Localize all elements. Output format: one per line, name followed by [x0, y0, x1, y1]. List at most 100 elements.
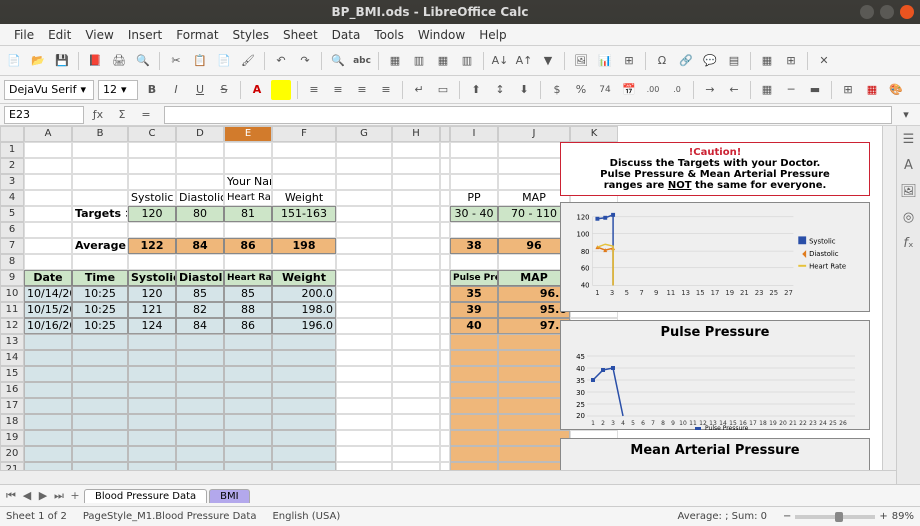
cell[interactable]: 80 — [176, 206, 224, 222]
cell[interactable] — [392, 190, 440, 206]
tab-nav-next-icon[interactable]: ▶ — [36, 489, 50, 502]
cell[interactable]: 86 — [224, 238, 272, 254]
cell[interactable] — [336, 286, 392, 302]
cell-weight[interactable]: 198.0 — [272, 302, 336, 318]
cell[interactable] — [72, 222, 128, 238]
sidebar-functions-icon[interactable]: fₓ — [900, 234, 918, 252]
cell[interactable] — [176, 430, 224, 446]
cell[interactable] — [440, 190, 450, 206]
cell[interactable] — [392, 398, 440, 414]
cell[interactable] — [450, 334, 498, 350]
cell[interactable] — [450, 382, 498, 398]
cell[interactable] — [336, 254, 392, 270]
cell[interactable] — [392, 414, 440, 430]
row-header[interactable]: 4 — [0, 190, 24, 206]
cell[interactable]: 198 — [272, 238, 336, 254]
cell[interactable] — [72, 142, 128, 158]
th-date[interactable]: Date — [24, 270, 72, 286]
cell[interactable] — [440, 174, 450, 190]
cell[interactable] — [392, 302, 440, 318]
zoom-slider[interactable] — [795, 515, 875, 519]
cell[interactable] — [72, 190, 128, 206]
cell[interactable] — [336, 190, 392, 206]
cell[interactable] — [272, 382, 336, 398]
cell[interactable] — [72, 334, 128, 350]
cell-pp[interactable]: 40 — [450, 318, 498, 334]
cell[interactable] — [392, 350, 440, 366]
del-decimal-icon[interactable]: .0 — [667, 80, 687, 100]
cell[interactable] — [176, 446, 224, 462]
strike-icon[interactable]: S — [214, 80, 234, 100]
font-color-icon[interactable]: A — [247, 80, 267, 100]
date-icon[interactable]: 📅 — [619, 80, 639, 100]
cell[interactable] — [72, 382, 128, 398]
cell[interactable] — [336, 446, 392, 462]
column-icon[interactable]: ▥ — [409, 51, 429, 71]
cell[interactable] — [392, 446, 440, 462]
cell[interactable] — [392, 174, 440, 190]
redo-icon[interactable]: ↷ — [295, 51, 315, 71]
bold-icon[interactable]: B — [142, 80, 162, 100]
cell[interactable] — [392, 222, 440, 238]
cell[interactable] — [72, 366, 128, 382]
cell[interactable] — [128, 446, 176, 462]
cell[interactable] — [24, 398, 72, 414]
comment-icon[interactable]: 💬 — [700, 51, 720, 71]
cell[interactable]: PP — [450, 190, 498, 206]
cell[interactable] — [272, 398, 336, 414]
cell[interactable] — [224, 254, 272, 270]
cell[interactable] — [392, 158, 440, 174]
cell[interactable] — [128, 350, 176, 366]
cell-time[interactable]: 10:25 — [72, 286, 128, 302]
tab-nav-prev-icon[interactable]: ◀ — [20, 489, 34, 502]
sum-icon[interactable]: Σ — [112, 105, 132, 125]
delete-col-icon[interactable]: ▥ — [457, 51, 477, 71]
cell[interactable] — [24, 190, 72, 206]
th-diastolic[interactable]: Diastolic — [176, 270, 224, 286]
cell[interactable] — [440, 302, 450, 318]
cell[interactable] — [450, 430, 498, 446]
sidebar-gallery-icon[interactable]: 🖼 — [900, 182, 918, 200]
print-preview-icon[interactable]: 🔍 — [133, 51, 153, 71]
add-decimal-icon[interactable]: .00 — [643, 80, 663, 100]
tab-nav-last-icon[interactable]: ⏭ — [52, 489, 66, 503]
cell[interactable] — [24, 350, 72, 366]
cell[interactable] — [224, 446, 272, 462]
cell[interactable] — [128, 430, 176, 446]
cell[interactable] — [440, 222, 450, 238]
new-icon[interactable]: 📄 — [4, 51, 24, 71]
cell[interactable] — [224, 398, 272, 414]
cell[interactable] — [336, 158, 392, 174]
cell[interactable] — [450, 142, 498, 158]
cell[interactable] — [450, 398, 498, 414]
cell[interactable] — [336, 302, 392, 318]
cell-weight[interactable]: 196.0 — [272, 318, 336, 334]
cell-heartrate[interactable]: 86 — [224, 318, 272, 334]
paste-icon[interactable]: 📄 — [214, 51, 234, 71]
valign-bot-icon[interactable]: ⬇ — [514, 80, 534, 100]
cell[interactable] — [336, 318, 392, 334]
vertical-scrollbar[interactable] — [882, 126, 896, 470]
cell[interactable] — [24, 158, 72, 174]
cell[interactable] — [176, 158, 224, 174]
cell-heartrate[interactable]: 85 — [224, 286, 272, 302]
status-summary[interactable]: Average: ; Sum: 0 — [677, 511, 767, 522]
cell-systolic[interactable]: 120 — [128, 286, 176, 302]
cell[interactable]: 151-163 — [272, 206, 336, 222]
cell[interactable] — [72, 430, 128, 446]
cell-your-name[interactable]: Your Name — [224, 174, 272, 190]
cell[interactable] — [450, 446, 498, 462]
sheet-tab-bp[interactable]: Blood Pressure Data — [84, 489, 207, 503]
cell-pp[interactable]: 39 — [450, 302, 498, 318]
row-header[interactable]: 5 — [0, 206, 24, 222]
zoom-control[interactable]: −+ 89% — [783, 511, 914, 522]
cell[interactable] — [224, 350, 272, 366]
align-right-icon[interactable]: ≡ — [352, 80, 372, 100]
sidebar-properties-icon[interactable]: ☰ — [900, 130, 918, 148]
col-header[interactable]: D — [176, 126, 224, 142]
row-header[interactable]: 20 — [0, 446, 24, 462]
cell[interactable] — [440, 142, 450, 158]
col-header[interactable] — [440, 126, 450, 142]
menu-format[interactable]: Format — [170, 26, 224, 44]
cell-heartrate[interactable]: 88 — [224, 302, 272, 318]
